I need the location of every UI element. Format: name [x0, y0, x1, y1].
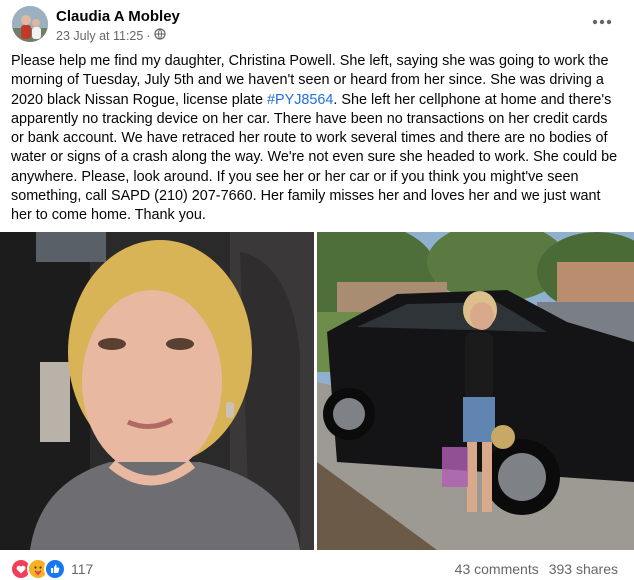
globe-icon[interactable]	[153, 28, 166, 43]
photo-with-car[interactable]	[317, 232, 634, 550]
post-stats: 43 comments 393 shares	[455, 561, 618, 577]
post-footer: 117 43 comments 393 shares	[0, 552, 634, 580]
like-icon	[44, 558, 66, 580]
post-timestamp[interactable]: 23 July at 11:25	[56, 29, 143, 43]
more-options-icon[interactable]	[588, 10, 616, 34]
author-avatar[interactable]	[12, 6, 48, 42]
post-meta: 23 July at 11:25 ·	[56, 28, 166, 43]
comments-count[interactable]: 43 comments	[455, 561, 539, 577]
post-text: Please help me find my daughter, Christi…	[11, 52, 623, 226]
reactions-summary[interactable]: 117	[10, 558, 93, 580]
shares-count[interactable]: 393 shares	[549, 561, 618, 577]
photo-selfie[interactable]	[0, 232, 314, 550]
hashtag-link[interactable]: #PYJ8564	[267, 92, 333, 108]
post-text-part: . She left her cellphone at home and the…	[11, 91, 618, 224]
reaction-count: 117	[71, 561, 94, 577]
author-name[interactable]: Claudia A Mobley	[56, 8, 180, 25]
meta-separator: ·	[146, 28, 151, 43]
